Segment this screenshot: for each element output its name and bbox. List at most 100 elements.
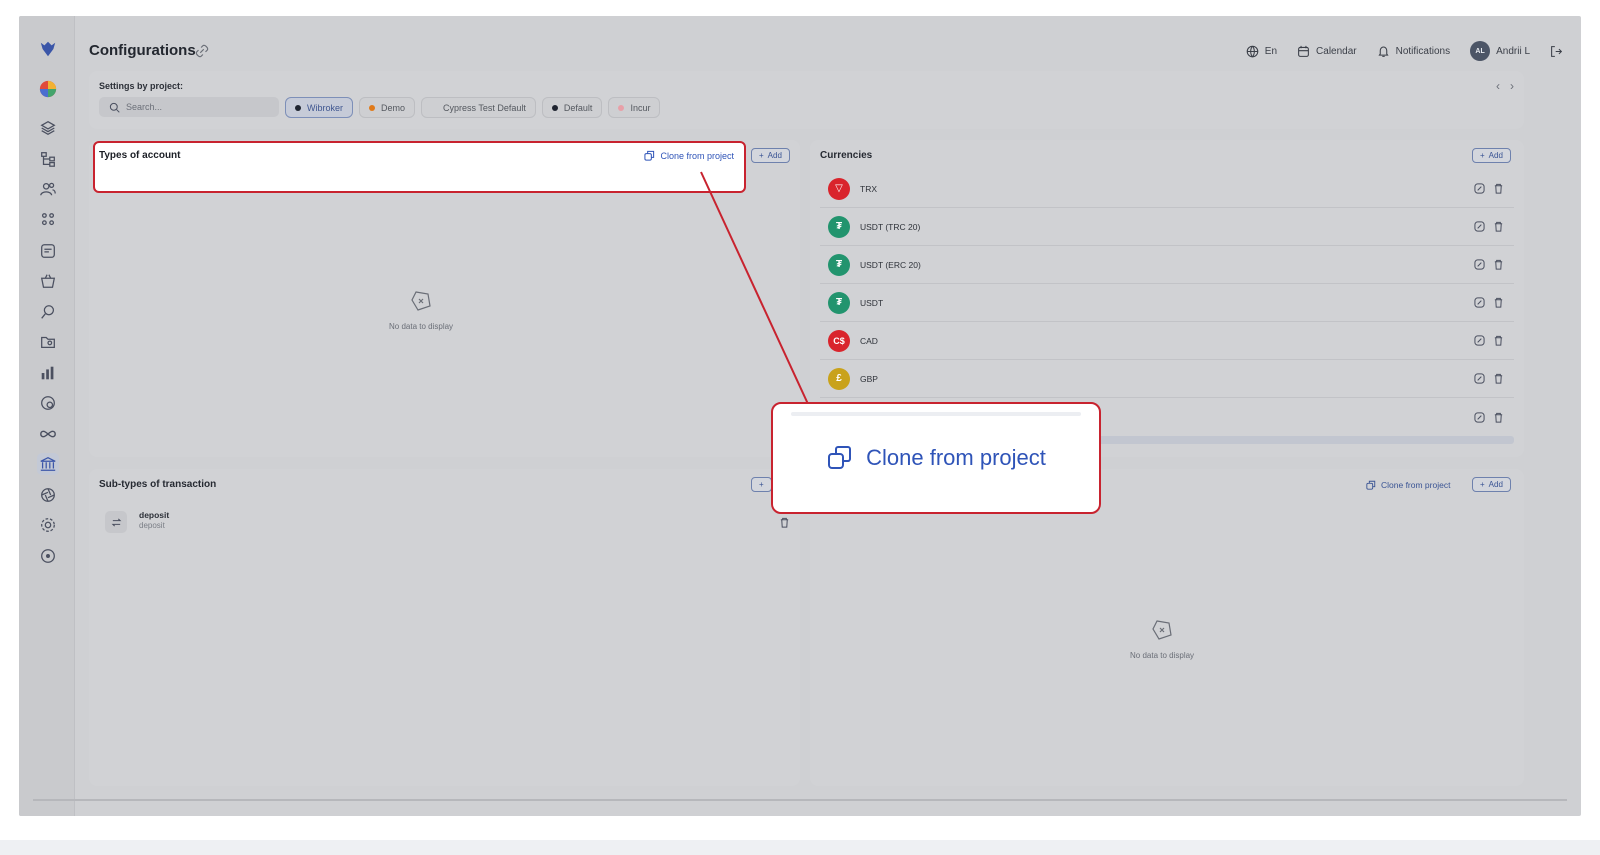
trash-icon[interactable]: [1493, 221, 1504, 232]
fourth-settings-card: Clone from project + Add No data to disp…: [810, 469, 1524, 786]
project-search-input[interactable]: Search...: [99, 97, 279, 117]
no-data-icon: [1152, 620, 1172, 640]
search-placeholder: Search...: [126, 102, 163, 112]
trash-icon[interactable]: [1493, 183, 1504, 194]
project-dot: [618, 104, 625, 111]
sidebar: [19, 16, 75, 816]
link-icon[interactable]: [195, 44, 209, 58]
plus-icon: +: [759, 151, 764, 160]
empty-state: No data to display: [389, 288, 453, 331]
project-settings-label: Settings by project:: [99, 81, 184, 91]
search-key-icon[interactable]: [37, 301, 59, 323]
sub-types-card: Sub-types of transaction + deposit depos…: [89, 469, 800, 786]
basket-icon[interactable]: [37, 270, 59, 292]
sub-type-subtitle: deposit: [139, 521, 165, 530]
users-icon[interactable]: [37, 178, 59, 200]
edit-icon[interactable]: [1474, 221, 1485, 232]
types-of-account-title: Types of account: [99, 150, 181, 161]
bell-icon: [1378, 46, 1389, 57]
project-settings-bar: Settings by project: Search... Wibroker …: [89, 71, 1524, 129]
clone-callout: Clone from project: [771, 402, 1101, 514]
infinity-icon[interactable]: [37, 423, 59, 445]
project-dot: [369, 104, 376, 111]
currency-row-usdt-erc20[interactable]: ₮ USDT (ERC 20): [820, 246, 1514, 284]
edit-icon[interactable]: [1474, 373, 1485, 384]
currency-name: USDT (TRC 20): [860, 221, 921, 232]
project-chip-cypress-test-default[interactable]: Cypress Test Default: [421, 97, 536, 118]
chevron-left-icon[interactable]: ‹: [1496, 79, 1500, 93]
callout-clone-button[interactable]: Clone from project: [773, 404, 1099, 512]
folder-search-icon[interactable]: [37, 331, 59, 353]
layers-icon[interactable]: [37, 117, 59, 139]
add-currency-button[interactable]: + Add: [1472, 148, 1511, 163]
project-dot: [431, 105, 437, 111]
analytics-icon[interactable]: [37, 392, 59, 414]
notes-icon[interactable]: [37, 240, 59, 262]
aperture-icon[interactable]: [37, 484, 59, 506]
trash-icon[interactable]: [1493, 259, 1504, 270]
groups-icon[interactable]: [37, 209, 59, 231]
currency-row-usdt-trc20[interactable]: ₮ USDT (TRC 20): [820, 208, 1514, 246]
add-label: +: [759, 480, 764, 489]
plus-icon: +: [1480, 480, 1485, 489]
search-icon: [109, 102, 120, 113]
gbp-icon: £: [828, 367, 850, 390]
add-item-button[interactable]: + Add: [1472, 477, 1511, 492]
add-sub-type-button[interactable]: +: [751, 477, 772, 492]
currency-row-trx[interactable]: ▽ TRX: [820, 170, 1514, 208]
trash-icon[interactable]: [1493, 297, 1504, 308]
logout-icon[interactable]: [1550, 45, 1563, 58]
currency-row-usdt[interactable]: ₮ USDT: [820, 284, 1514, 322]
page-header: Configurations En Calendar Notifications…: [89, 38, 1563, 64]
bottom-scrollbar[interactable]: [33, 799, 1567, 801]
chevron-right-icon[interactable]: ›: [1510, 79, 1514, 93]
hierarchy-icon[interactable]: [37, 148, 59, 170]
project-dot: [295, 104, 301, 111]
bank-icon[interactable]: [37, 453, 59, 475]
trash-icon[interactable]: [1493, 412, 1504, 423]
info-icon[interactable]: [37, 545, 59, 567]
tether-icon: ₮: [828, 253, 850, 276]
no-data-icon: [411, 291, 431, 311]
add-account-type-button[interactable]: + Add: [751, 148, 790, 163]
currency-row-cad[interactable]: C$ CAD: [820, 322, 1514, 360]
settings-icon[interactable]: [37, 514, 59, 536]
dashboard-pie-icon[interactable]: [37, 78, 59, 100]
notifications-button[interactable]: Notifications: [1377, 45, 1450, 58]
project-chip-label: Demo: [381, 102, 406, 113]
clone-label: Clone from project: [1381, 480, 1451, 490]
edit-icon[interactable]: [1474, 259, 1485, 270]
list-item[interactable]: deposit deposit: [99, 507, 790, 537]
clone-from-project-link[interactable]: Clone from project: [644, 150, 734, 161]
trash-icon[interactable]: [779, 517, 790, 528]
callout-label: Clone from project: [866, 445, 1046, 470]
trash-icon[interactable]: [1493, 335, 1504, 346]
bottom-strip: [0, 840, 1600, 855]
project-chip-label: Cypress Test Default: [443, 102, 526, 113]
page-title: Configurations: [89, 42, 196, 59]
project-chip-demo[interactable]: Demo: [359, 97, 416, 118]
bar-chart-icon[interactable]: [37, 362, 59, 384]
edit-icon[interactable]: [1474, 411, 1485, 423]
calendar-button[interactable]: Calendar: [1297, 45, 1357, 58]
edit-icon[interactable]: [1474, 335, 1485, 346]
currency-row-gbp[interactable]: £ GBP: [820, 360, 1514, 398]
edit-icon[interactable]: [1474, 297, 1485, 308]
trash-icon[interactable]: [1493, 373, 1504, 384]
project-chip-label: Wibroker: [307, 102, 344, 113]
language-selector[interactable]: En: [1246, 45, 1277, 58]
empty-state: No data to display: [1130, 617, 1194, 660]
edit-icon[interactable]: [1474, 183, 1485, 194]
project-dot: [551, 104, 558, 111]
logo-icon[interactable]: [37, 38, 59, 60]
project-chip-wibroker[interactable]: Wibroker: [285, 97, 354, 118]
currencies-title: Currencies: [820, 150, 873, 161]
project-chip-incur[interactable]: Incur: [608, 97, 661, 118]
project-chips: Wibroker Demo Cypress Test Default Defau…: [285, 97, 661, 118]
trx-icon: ▽: [828, 177, 850, 200]
copy-icon: [828, 446, 852, 469]
user-menu[interactable]: AL Andrii L: [1470, 41, 1530, 61]
cad-icon: C$: [828, 329, 850, 352]
clone-from-project-link[interactable]: Clone from project: [1366, 480, 1450, 490]
project-chip-default[interactable]: Default: [541, 97, 603, 118]
